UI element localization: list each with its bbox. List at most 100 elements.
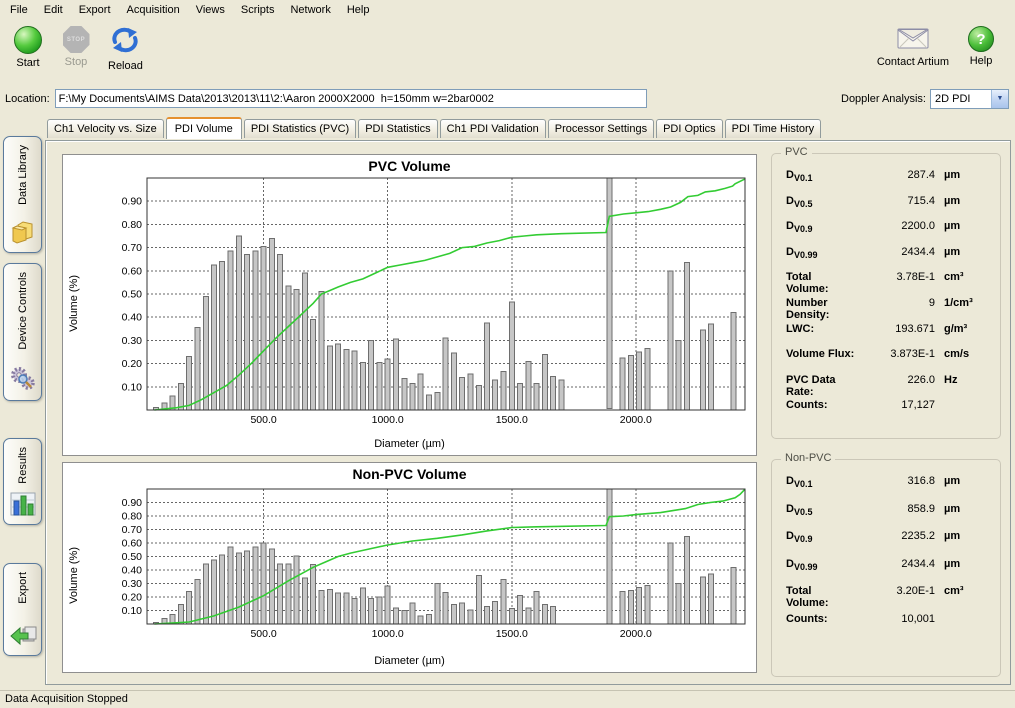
stat-value: 2200.0 <box>857 220 935 232</box>
tab-ch1-pdi-validation[interactable]: Ch1 PDI Validation <box>440 119 546 138</box>
stat-row: Counts:17,127 <box>772 399 1000 425</box>
menu-network[interactable]: Network <box>282 2 338 18</box>
start-button[interactable]: Start <box>8 23 48 75</box>
stat-label: Counts: <box>786 613 857 625</box>
tab-pdi-time-history[interactable]: PDI Time History <box>725 119 822 138</box>
stat-unit: µm <box>944 246 990 258</box>
sidebar-item-data-library[interactable]: Data Library <box>3 136 42 253</box>
reload-icon <box>110 26 140 57</box>
stop-button[interactable]: STOP Stop <box>56 23 96 75</box>
pvc-volume-chart: PVC Volume Volume (%) 0.100.200.300.400.… <box>62 154 757 456</box>
tab-pdi-volume[interactable]: PDI Volume <box>166 117 242 139</box>
tab-ch1-velocity-vs-size[interactable]: Ch1 Velocity vs. Size <box>47 119 164 138</box>
chevron-down-icon[interactable]: ▼ <box>991 90 1008 108</box>
doppler-analysis-group: Doppler Analysis: 2D PDI ▼ <box>841 89 1009 109</box>
svg-text:500.0: 500.0 <box>250 414 276 426</box>
stat-unit: µm <box>944 503 990 515</box>
stat-label: DV0.1 <box>786 169 857 183</box>
svg-text:0.90: 0.90 <box>122 196 143 208</box>
groupbox-title: Non-PVC <box>781 452 835 464</box>
reload-button[interactable]: Reload <box>104 23 147 75</box>
stat-row: DV0.5715.4µm <box>772 195 1000 221</box>
svg-text:0.40: 0.40 <box>122 312 143 324</box>
svg-text:0.10: 0.10 <box>122 605 143 617</box>
menu-scripts[interactable]: Scripts <box>233 2 283 18</box>
svg-text:0.30: 0.30 <box>122 335 143 347</box>
stat-value: 9 <box>857 297 935 309</box>
stat-label: Counts: <box>786 399 857 411</box>
location-row: Location: Doppler Analysis: 2D PDI ▼ <box>0 85 1015 112</box>
menu-file[interactable]: File <box>2 2 36 18</box>
svg-text:0.60: 0.60 <box>122 538 143 550</box>
stat-unit: µm <box>944 169 990 181</box>
chart-title: PVC Volume <box>63 158 756 174</box>
menu-edit[interactable]: Edit <box>36 2 71 18</box>
help-button[interactable]: ? Help <box>961 23 1001 71</box>
tab-processor-settings[interactable]: Processor Settings <box>548 119 654 138</box>
menu-acquisition[interactable]: Acquisition <box>119 2 188 18</box>
menu-views[interactable]: Views <box>188 2 233 18</box>
stat-label: Number Density: <box>786 297 857 321</box>
chart-icon <box>10 492 36 519</box>
sidebar-item-label: Device Controls <box>17 272 29 350</box>
stat-unit: µm <box>944 558 990 570</box>
stat-value: 715.4 <box>857 195 935 207</box>
svg-text:0.40: 0.40 <box>122 565 143 577</box>
help-label: Help <box>970 56 993 67</box>
stat-row: DV0.1287.4 µm <box>772 169 1000 195</box>
stat-label: Total Volume: <box>786 271 857 295</box>
sidebar-item-export[interactable]: Export <box>3 563 42 656</box>
tab-pdi-statistics[interactable]: PDI Statistics <box>358 119 437 138</box>
sidebar: Data Library Device Controls Results Export <box>0 112 45 690</box>
stat-row: Volume Flux:3.873E-1cm/s <box>772 348 1000 374</box>
non-pvc-volume-plot: 0.100.200.300.400.500.600.700.800.90500.… <box>91 485 751 652</box>
toolbar-right-group: Contact Artium ? Help <box>873 23 1001 71</box>
sidebar-item-label: Data Library <box>17 145 29 205</box>
histogram-bars <box>154 174 736 410</box>
svg-text:0.50: 0.50 <box>122 289 143 301</box>
stat-value: 858.9 <box>857 503 935 515</box>
stat-row: DV0.1316.8µm <box>772 475 1000 503</box>
svg-text:0.10: 0.10 <box>122 381 143 393</box>
contact-artium-button[interactable]: Contact Artium <box>873 23 953 71</box>
stat-row: DV0.92200.0µm <box>772 220 1000 246</box>
menu-bar: FileEditExportAcquisitionViewsScriptsNet… <box>0 0 1015 19</box>
menu-help[interactable]: Help <box>339 2 378 18</box>
svg-text:0.50: 0.50 <box>122 551 143 563</box>
pvc-volume-plot: 0.100.200.300.400.500.600.700.800.90500.… <box>91 174 751 438</box>
tab-area: Ch1 Velocity vs. SizePDI VolumePDI Stati… <box>45 112 1011 690</box>
non-pvc-stats-rows: DV0.1316.8µmDV0.5858.9µmDV0.92235.2µmDV0… <box>772 460 1000 640</box>
location-input[interactable] <box>55 89 647 108</box>
groupbox-title: PVC <box>781 146 812 158</box>
stat-value: 2434.4 <box>857 246 935 258</box>
start-label: Start <box>16 58 39 69</box>
stat-unit: µm <box>944 195 990 207</box>
stat-row: Counts:10,001 <box>772 613 1000 641</box>
stat-value: 2434.4 <box>857 558 935 570</box>
tab-pdi-optics[interactable]: PDI Optics <box>656 119 723 138</box>
start-icon <box>14 26 42 54</box>
stat-row: DV0.992434.4µm <box>772 246 1000 272</box>
sidebar-item-results[interactable]: Results <box>3 438 42 525</box>
stat-row: DV0.992434.4µm <box>772 558 1000 586</box>
menu-export[interactable]: Export <box>71 2 119 18</box>
stat-row: LWC:193.671g/m³ <box>772 323 1000 349</box>
tab-pdi-statistics-pvc-[interactable]: PDI Statistics (PVC) <box>244 119 356 138</box>
stat-unit: µm <box>944 530 990 542</box>
stat-value: 287.4 <box>857 169 935 181</box>
histogram-bars <box>154 485 736 624</box>
help-icon: ? <box>968 26 994 52</box>
app-window: FileEditExportAcquisitionViewsScriptsNet… <box>0 0 1015 708</box>
export-icon <box>9 625 37 650</box>
envelope-icon <box>897 26 929 53</box>
x-axis-label: Diameter (µm) <box>63 438 756 450</box>
sidebar-item-device-controls[interactable]: Device Controls <box>3 263 42 401</box>
stat-value: 3.873E-1 <box>857 348 935 360</box>
svg-text:0.80: 0.80 <box>122 511 143 523</box>
stat-label: DV0.5 <box>786 503 857 517</box>
folder-icon <box>10 220 36 247</box>
doppler-analysis-select[interactable]: 2D PDI ▼ <box>930 89 1009 109</box>
tab-content: PVC Volume Volume (%) 0.100.200.300.400.… <box>45 140 1011 685</box>
stat-label: DV0.9 <box>786 220 857 234</box>
stat-row: Total Volume:3.78E-1cm³ <box>772 271 1000 297</box>
